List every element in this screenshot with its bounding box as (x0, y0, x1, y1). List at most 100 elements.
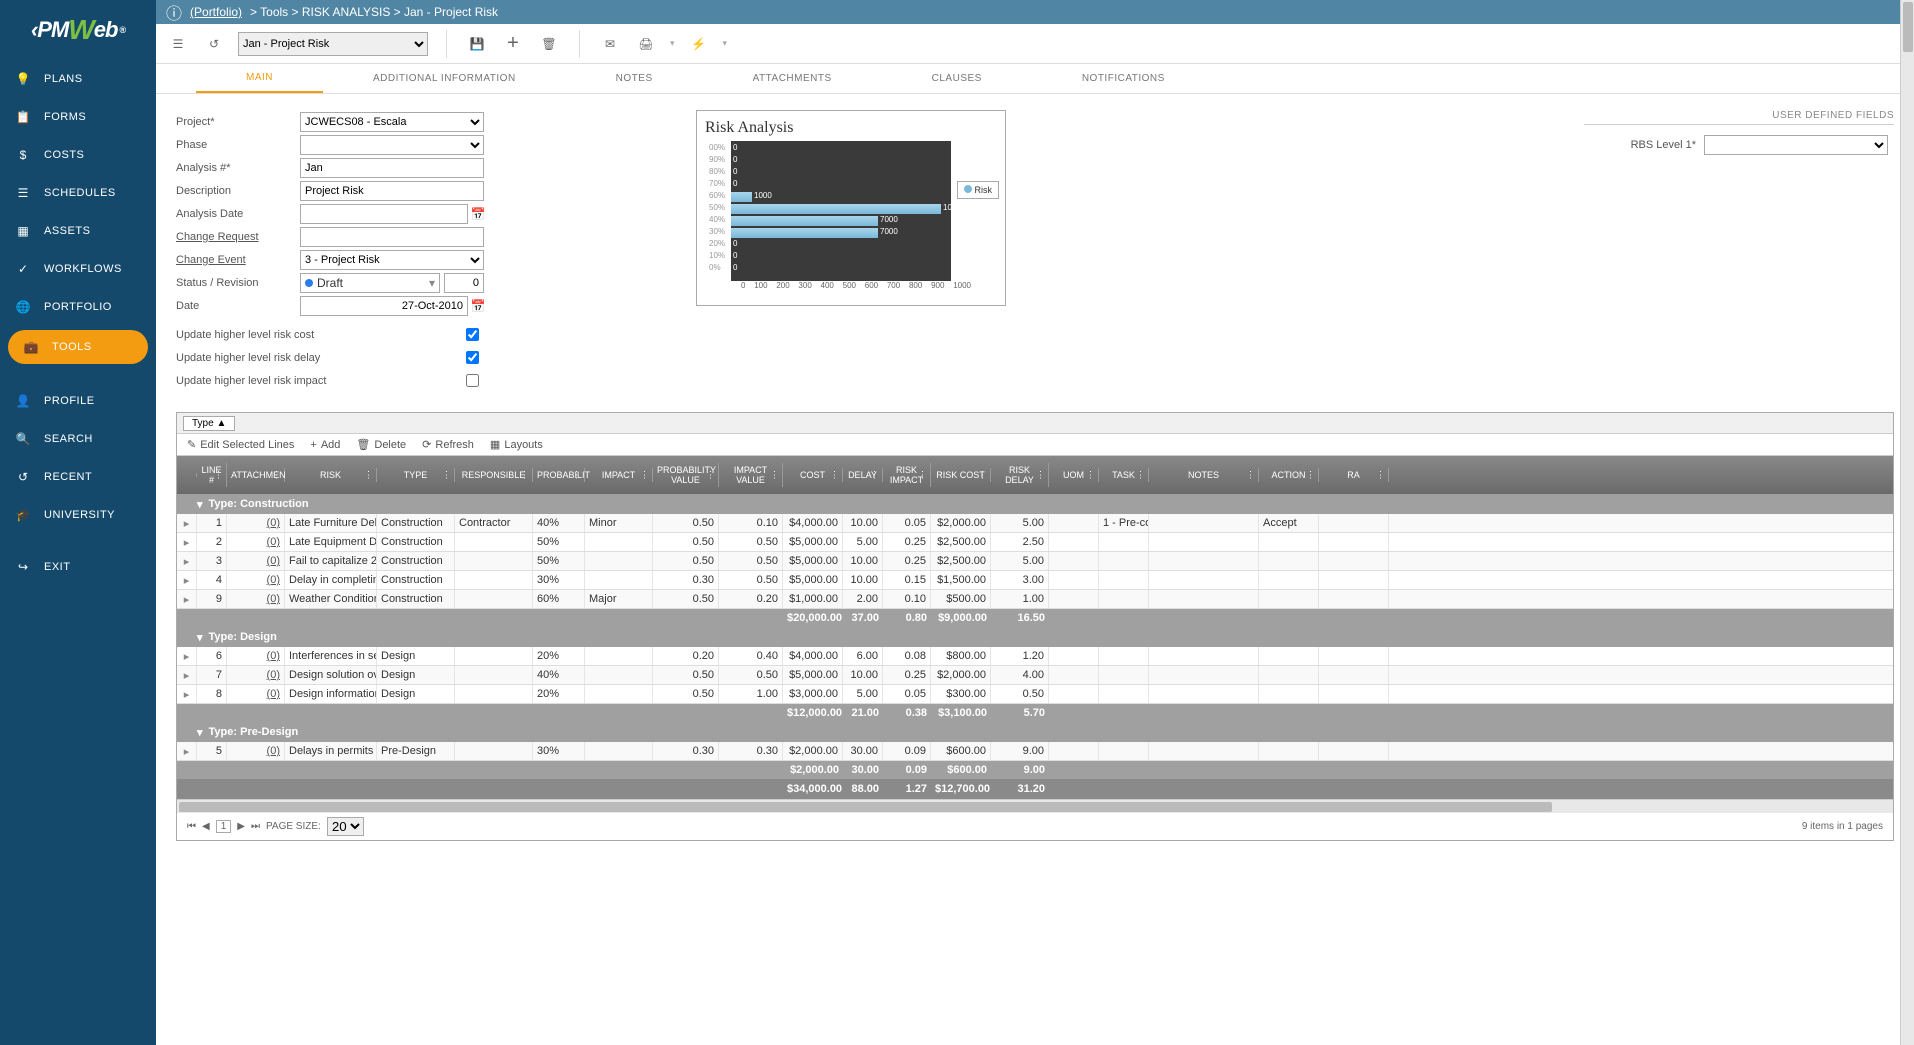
col-header[interactable]: COST⋮ (783, 468, 843, 482)
pager-last-icon[interactable]: ⏭ (251, 821, 260, 832)
group-header[interactable]: ▾Type: Pre-Design (177, 722, 1893, 742)
sidebar-item-workflows[interactable]: ✓WORKFLOWS (0, 250, 156, 288)
expand-icon[interactable]: ▸ (181, 555, 192, 568)
edit-lines-button[interactable]: ✎Edit Selected Lines (187, 438, 294, 451)
sidebar-item-recent[interactable]: ↺RECENT (0, 458, 156, 496)
delete-line-button[interactable]: 🗑Delete (356, 438, 406, 451)
revision-field[interactable] (444, 273, 484, 293)
delete-icon[interactable]: 🗑 (537, 32, 561, 56)
layouts-button[interactable]: ▦Layouts (490, 438, 543, 451)
print-icon[interactable]: 🖨 (634, 32, 658, 56)
sidebar-item-university[interactable]: 🎓UNIVERSITY (0, 496, 156, 534)
tab-clauses[interactable]: CLAUSES (882, 64, 1032, 93)
list-icon[interactable]: ☰ (166, 32, 190, 56)
col-header[interactable]: IMPACT⋮ (585, 468, 653, 482)
group-header[interactable]: ▾Type: Construction (177, 494, 1893, 514)
sidebar-item-profile[interactable]: 👤PROFILE (0, 382, 156, 420)
sidebar-item-tools[interactable]: 💼TOOLS (8, 330, 148, 364)
analysis-date-field[interactable] (300, 204, 468, 224)
col-header[interactable]: LINE #⋮ (197, 463, 227, 487)
page-size-select[interactable]: 20 (327, 817, 364, 836)
sidebar-item-schedules[interactable]: ☰SCHEDULES (0, 174, 156, 212)
description-field[interactable] (300, 181, 484, 201)
table-row[interactable]: ▸2(0)Late Equipment DeConstruction50%0.5… (177, 533, 1893, 552)
col-header[interactable]: UOM⋮ (1049, 468, 1099, 482)
col-header[interactable]: PROBABILITY VALUE⋮ (653, 463, 719, 487)
change-request-field[interactable] (300, 227, 484, 247)
sidebar-item-portfolio[interactable]: 🌐PORTFOLIO (0, 288, 156, 326)
add-icon[interactable]: + (501, 32, 525, 56)
table-row[interactable]: ▸9(0)Weather ConditionsConstruction60%Ma… (177, 590, 1893, 609)
sidebar-item-forms[interactable]: 📋FORMS (0, 98, 156, 136)
col-header[interactable]: PROBABILIT⋮ (533, 468, 585, 482)
tab-notifications[interactable]: NOTIFICATIONS (1032, 64, 1215, 93)
tab-notes[interactable]: NOTES (566, 64, 703, 93)
rbs-field[interactable] (1704, 135, 1888, 155)
col-header[interactable]: TASK⋮ (1099, 468, 1149, 482)
col-header[interactable]: ATTACHMEN⋮ (227, 468, 285, 482)
sidebar-item-search[interactable]: 🔍SEARCH (0, 420, 156, 458)
phase-field[interactable] (300, 135, 484, 155)
table-row[interactable]: ▸4(0)Delay in completingConstruction30%0… (177, 571, 1893, 590)
expand-icon[interactable]: ▸ (181, 688, 192, 701)
expand-icon[interactable]: ▸ (181, 517, 192, 530)
pager-next-icon[interactable]: ▶ (237, 821, 245, 832)
col-header[interactable]: RISK IMPACT⋮ (883, 463, 931, 487)
col-header[interactable]: DELAY⋮ (843, 468, 883, 482)
update-impact-checkbox[interactable] (466, 374, 479, 387)
col-header[interactable]: RESPONSIBLE⋮ (455, 468, 533, 482)
attachment-link[interactable]: (0) (267, 593, 280, 605)
tab-additional-information[interactable]: ADDITIONAL INFORMATION (323, 64, 566, 93)
horizontal-scrollbar[interactable] (177, 799, 1893, 813)
info-icon[interactable]: ⓘ (166, 0, 182, 24)
col-header[interactable]: RISK⋮ (285, 468, 377, 482)
sidebar-item-costs[interactable]: $COSTS (0, 136, 156, 174)
expand-icon[interactable]: ▸ (181, 669, 192, 682)
change-event-field[interactable]: 3 - Project Risk (300, 250, 484, 270)
calendar-icon[interactable]: 📅 (470, 298, 486, 314)
analysis-num-field[interactable] (300, 158, 484, 178)
col-header[interactable]: TYPE⋮ (377, 468, 455, 482)
expand-icon[interactable]: ▸ (181, 650, 192, 663)
col-header[interactable]: IMPACT VALUE⋮ (719, 463, 783, 487)
table-row[interactable]: ▸5(0)Delays in permitsPre-Design30%0.300… (177, 742, 1893, 761)
project-field[interactable]: JCWECS08 - Escala (300, 112, 484, 132)
mail-icon[interactable]: ✉ (598, 32, 622, 56)
table-row[interactable]: ▸7(0)Design solution oveDesign40%0.500.5… (177, 666, 1893, 685)
refresh-button[interactable]: ⟳Refresh (422, 438, 474, 451)
attachment-link[interactable]: (0) (267, 745, 280, 757)
change-event-label[interactable]: Change Event (176, 254, 300, 266)
col-header[interactable]: RISK COST⋮ (931, 468, 991, 482)
pager-prev-icon[interactable]: ◀ (202, 821, 210, 832)
status-value[interactable]: Draft (317, 276, 343, 290)
bolt-icon[interactable]: ⚡ (687, 32, 711, 56)
expand-icon[interactable]: ▸ (181, 574, 192, 587)
expand-icon[interactable]: ▸ (181, 745, 192, 758)
save-icon[interactable]: 💾 (465, 32, 489, 56)
breadcrumb-portfolio[interactable]: (Portfolio) (190, 5, 242, 19)
attachment-link[interactable]: (0) (267, 517, 280, 529)
tab-main[interactable]: MAIN (196, 64, 323, 93)
table-row[interactable]: ▸6(0)Interferences in seDesign20%0.200.4… (177, 647, 1893, 666)
attachment-link[interactable]: (0) (267, 688, 280, 700)
expand-icon[interactable]: ▸ (181, 536, 192, 549)
change-request-label[interactable]: Change Request (176, 231, 300, 243)
expand-icon[interactable]: ▸ (181, 593, 192, 606)
calendar-icon[interactable]: 📅 (470, 206, 486, 222)
update-delay-checkbox[interactable] (466, 351, 479, 364)
record-selector[interactable]: Jan - Project Risk (238, 32, 428, 56)
sidebar-item-plans[interactable]: 💡PLANS (0, 60, 156, 98)
group-by-button[interactable]: Type ▲ (183, 416, 235, 431)
col-header[interactable] (177, 473, 197, 477)
attachment-link[interactable]: (0) (267, 555, 280, 567)
attachment-link[interactable]: (0) (267, 650, 280, 662)
pager-first-icon[interactable]: ⏮ (187, 821, 196, 832)
sidebar-item-exit[interactable]: ↪EXIT (0, 548, 156, 586)
col-header[interactable]: ACTION⋮ (1259, 468, 1319, 482)
tab-attachments[interactable]: ATTACHMENTS (703, 64, 882, 93)
date-field[interactable] (300, 296, 468, 316)
attachment-link[interactable]: (0) (267, 536, 280, 548)
sidebar-item-assets[interactable]: ▦ASSETS (0, 212, 156, 250)
table-row[interactable]: ▸1(0)Late Furniture DeliConstructionCont… (177, 514, 1893, 533)
table-row[interactable]: ▸8(0)Design informationDesign20%0.501.00… (177, 685, 1893, 704)
